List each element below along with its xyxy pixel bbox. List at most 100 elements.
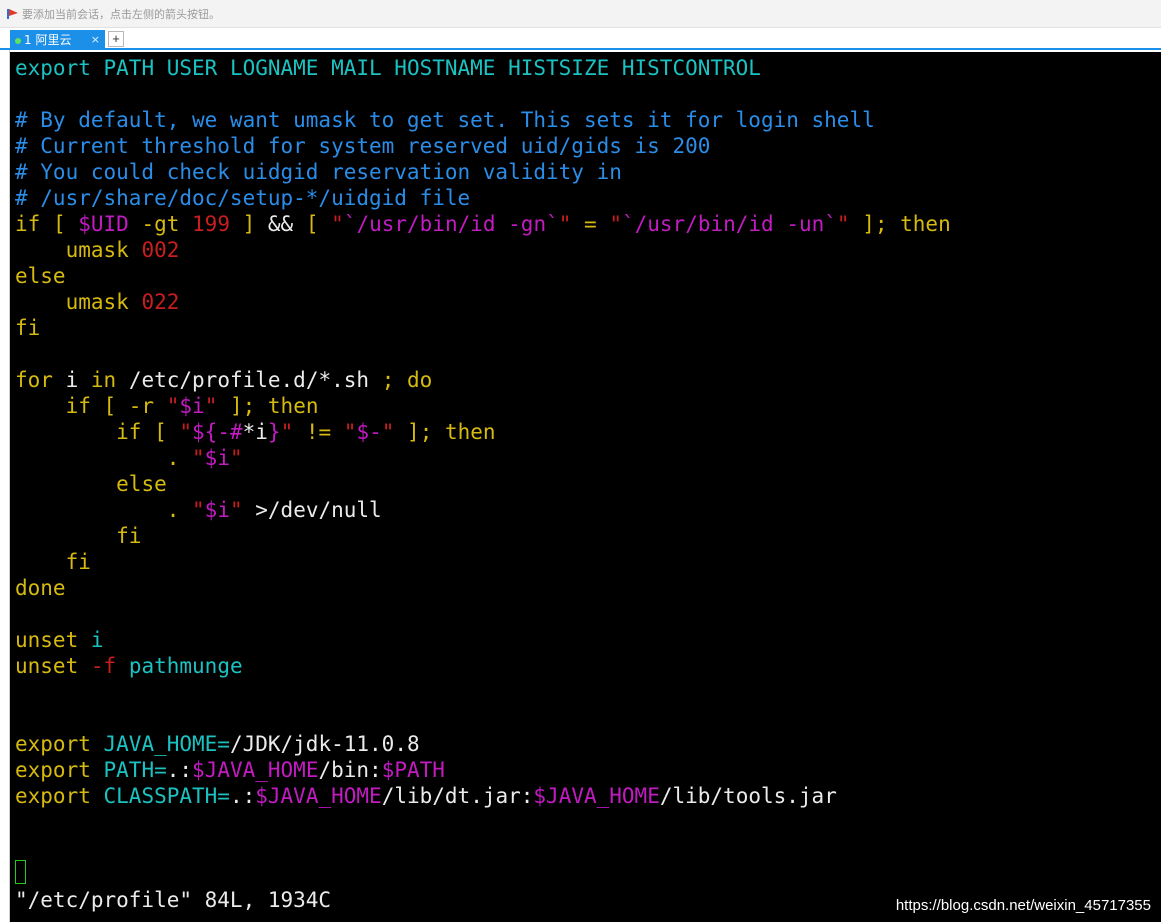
code-token: pathmunge (128, 654, 243, 678)
session-tab[interactable]: 1 阿里云 × (10, 30, 105, 50)
code-line: unset -f pathmunge (15, 653, 243, 679)
code-line: # Current threshold for system reserved … (15, 133, 710, 159)
code-token: [ (40, 212, 79, 236)
code-token: $i (204, 498, 230, 522)
close-icon[interactable]: × (91, 30, 100, 50)
code-token: CLASSPATH= (103, 784, 230, 808)
code-token: . (166, 498, 193, 522)
code-line: umask 022 (15, 289, 180, 315)
code-token: [ (305, 212, 332, 236)
code-token: i (90, 628, 104, 652)
code-line: if [ $UID -gt 199 ] && [ "`/usr/bin/id -… (15, 211, 951, 237)
code-token: # Current threshold for system reserved … (15, 134, 711, 158)
code-token: 022 (141, 290, 180, 314)
code-line: . "$i" >/dev/null (15, 497, 382, 523)
code-token: else (116, 472, 167, 496)
code-token: ]; then (394, 420, 496, 444)
code-token: " (229, 498, 243, 522)
code-token: } (267, 420, 281, 444)
code-token: " (192, 498, 205, 522)
code-token: *i (242, 420, 268, 444)
code-token: /JDK/jdk-11.0.8 (229, 732, 420, 756)
code-token: $UID (78, 212, 129, 236)
code-token: " (343, 420, 357, 444)
code-token: " (166, 394, 180, 418)
connected-status-icon (15, 37, 21, 44)
code-line: else (15, 263, 66, 289)
code-token: # By default, we want umask to get set. … (15, 108, 875, 132)
code-line: # You could check uidgid reservation val… (15, 159, 622, 185)
code-token: ; do (381, 368, 433, 392)
code-token: umask (65, 290, 129, 314)
code-token: " (204, 394, 218, 418)
code-token: = (571, 212, 610, 236)
code-token: unset (15, 628, 79, 652)
code-token: if (15, 212, 41, 236)
code-token: umask (65, 238, 129, 262)
code-line: export JAVA_HOME=/JDK/jdk-11.0.8 (15, 731, 420, 757)
code-token: done (15, 576, 66, 600)
code-line: export PATH=.:$JAVA_HOME/bin:$PATH (15, 757, 445, 783)
code-token: fi (65, 550, 91, 574)
code-token: " (609, 212, 622, 236)
code-line: umask 002 (15, 237, 180, 263)
code-token: .: (166, 758, 193, 782)
code-token: /bin: (318, 758, 382, 782)
code-token: in (90, 368, 117, 392)
session-tab-label: 1 阿里云 (24, 33, 72, 47)
code-token: " (192, 446, 205, 470)
code-token: if [ -r (65, 394, 167, 418)
code-line: done (15, 575, 66, 601)
code-line: fi (15, 315, 40, 341)
code-token: -f (90, 654, 117, 678)
code-token: 002 (141, 238, 180, 262)
code-token: " (381, 420, 395, 444)
code-token: for (15, 368, 53, 392)
code-token: i (52, 368, 91, 392)
code-token: -gt (128, 212, 193, 236)
code-line: export CLASSPATH=.:$JAVA_HOME/lib/dt.jar… (15, 783, 837, 809)
code-token: " (331, 212, 344, 236)
code-token: fi (15, 316, 41, 340)
flag-arrow-icon[interactable] (7, 8, 19, 20)
code-token: " (836, 212, 850, 236)
code-line: export PATH USER LOGNAME MAIL HOSTNAME H… (15, 55, 761, 81)
code-token: ] (229, 212, 256, 236)
code-token: " (229, 446, 243, 470)
code-token: $JAVA_HOME (255, 784, 382, 808)
code-token: export (15, 732, 91, 756)
code-line: unset i (15, 627, 104, 653)
code-token: unset (15, 654, 79, 678)
code-token: >/dev/null (242, 498, 382, 522)
code-token: /etc/profile.d/*.sh (116, 368, 382, 392)
code-token: $JAVA_HOME (533, 784, 660, 808)
code-token: fi (116, 524, 142, 548)
code-token: /lib/dt.jar: (381, 784, 534, 808)
code-token: ]; then (217, 394, 319, 418)
code-token: # You could check uidgid reservation val… (15, 160, 622, 184)
code-token: export (15, 784, 91, 808)
code-token: export (15, 758, 91, 782)
terminal-screen[interactable]: export PATH USER LOGNAME MAIL HOSTNAME H… (10, 52, 1161, 922)
code-token: " (280, 420, 294, 444)
code-line: . "$i" (15, 445, 243, 471)
code-token: ${-# (192, 420, 243, 444)
code-token: /lib/tools.jar (659, 784, 837, 808)
code-token: $i (179, 394, 205, 418)
code-line: fi (15, 523, 141, 549)
add-tab-button[interactable]: + (108, 31, 124, 47)
code-token: != (293, 420, 344, 444)
hint-text: 要添加当前会话，点击左侧的箭头按钮。 (22, 7, 220, 21)
